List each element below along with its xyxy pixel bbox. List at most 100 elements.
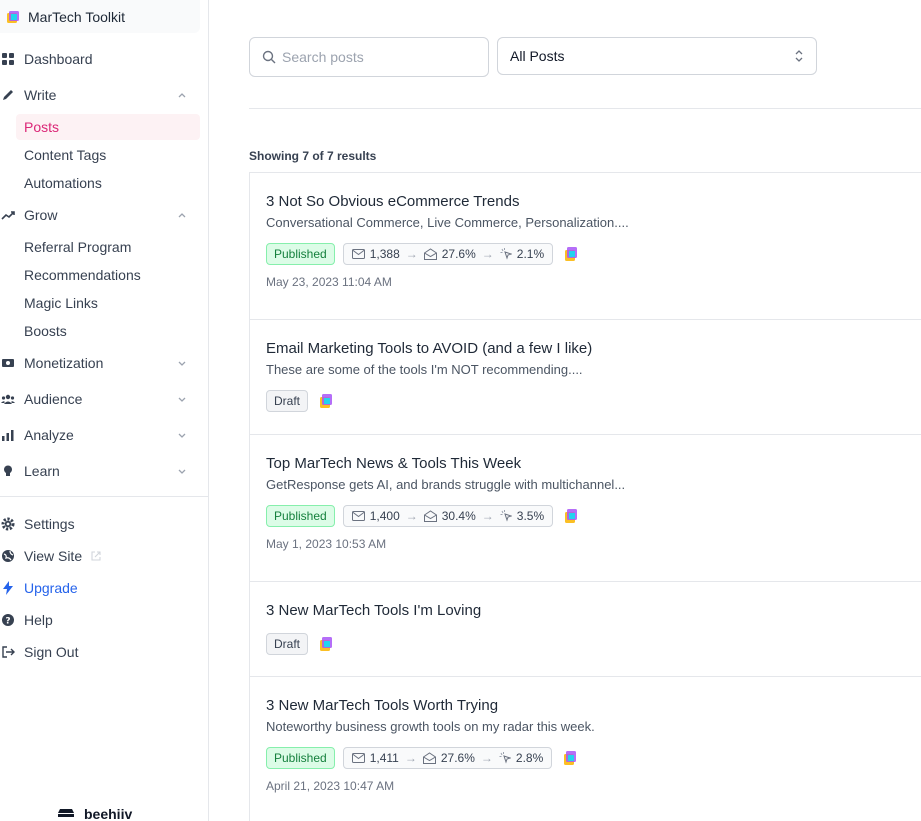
sidebar-item-dashboard[interactable]: Dashboard — [0, 46, 200, 72]
post-row[interactable]: 3 New MarTech Tools I'm Loving Draft — [250, 582, 921, 677]
chevron-down-icon — [178, 469, 186, 474]
arrow-right-icon: → — [480, 750, 493, 765]
sidebar-item-upgrade[interactable]: Upgrade — [0, 575, 200, 601]
sidebar-item-monetization[interactable]: Monetization — [0, 350, 200, 376]
post-stats[interactable]: 1,388 → 27.6% → 2.1% — [342, 242, 554, 265]
chevron-down-icon — [178, 361, 186, 366]
mail-open-icon — [422, 751, 436, 764]
sidebar-item-grow[interactable]: Grow — [0, 202, 200, 228]
post-row[interactable]: Email Marketing Tools to AVOID (and a fe… — [250, 320, 921, 435]
post-stats[interactable]: 1,400 → 30.4% → 3.5% — [342, 504, 554, 527]
status-badge: Published — [266, 242, 335, 265]
recipients-count: 1,388 — [369, 246, 400, 261]
mail-icon — [351, 510, 365, 521]
sidebar-item-label: Upgrade — [24, 580, 78, 596]
sidebar-item-label: Settings — [24, 516, 75, 532]
post-title[interactable]: 3 New MarTech Tools I'm Loving — [266, 602, 913, 622]
publication-switcher[interactable]: MarTech Toolkit — [0, 0, 200, 33]
gear-icon — [0, 516, 16, 532]
sidebar-item-label: Dashboard — [24, 51, 93, 67]
post-date: May 23, 2023 11:04 AM — [266, 275, 392, 289]
open-rate: 27.6% — [440, 750, 475, 765]
chevron-down-icon — [178, 433, 186, 438]
sidebar-item-boosts[interactable]: Boosts — [16, 318, 200, 344]
post-title[interactable]: 3 New MarTech Tools Worth Trying — [266, 697, 913, 717]
open-rate: 27.6% — [441, 246, 476, 261]
post-subtitle: GetResponse gets AI, and brands struggle… — [266, 477, 626, 492]
sidebar-item-view-site[interactable]: View Site — [0, 543, 200, 569]
post-title[interactable]: Top MarTech News & Tools This Week — [266, 455, 913, 475]
post-row[interactable]: Top MarTech News & Tools This Week GetRes… — [250, 435, 921, 582]
sidebar-item-sign-out[interactable]: Sign Out — [0, 639, 200, 665]
bar-chart-icon — [0, 427, 16, 443]
click-icon — [499, 751, 511, 764]
sidebar-item-label: Grow — [24, 207, 58, 223]
arrow-right-icon: → — [404, 750, 417, 765]
post-filter-value: All Posts — [510, 48, 565, 64]
sidebar-item-content-tags[interactable]: Content Tags — [16, 142, 200, 168]
sidebar-item-automations[interactable]: Automations — [16, 170, 200, 196]
search-input[interactable] — [282, 49, 472, 65]
beehiiv-logo: beehiiv — [56, 806, 132, 821]
sidebar-item-write[interactable]: Write — [0, 82, 200, 108]
lightning-icon — [0, 580, 16, 596]
results-count: Showing 7 of 7 results — [249, 149, 377, 163]
sidebar-item-magic-links[interactable]: Magic Links — [16, 290, 200, 316]
post-filter-select[interactable]: All Posts — [497, 37, 817, 75]
mail-open-icon — [423, 509, 437, 522]
click-icon — [500, 247, 512, 260]
sidebar-item-label: Learn — [24, 463, 60, 479]
click-icon — [500, 509, 512, 522]
grid-icon — [0, 51, 16, 67]
sidebar-item-label: Audience — [24, 391, 83, 407]
arrow-right-icon: → — [405, 508, 418, 523]
sidebar-item-settings[interactable]: Settings — [0, 511, 200, 537]
search-box[interactable] — [249, 37, 489, 77]
sidebar-divider — [0, 496, 209, 497]
sidebar-item-label: Analyze — [24, 427, 74, 443]
publication-logo-icon — [565, 508, 578, 523]
click-rate: 3.5% — [516, 508, 545, 523]
post-row[interactable]: 3 Not So Obvious eCommerce Trends Convers… — [250, 173, 921, 320]
post-title[interactable]: Email Marketing Tools to AVOID (and a fe… — [266, 340, 913, 360]
sidebar-item-label: Monetization — [24, 355, 104, 371]
post-meta: Draft — [266, 632, 913, 655]
search-icon — [262, 50, 276, 64]
sidebar-item-learn[interactable]: Learn — [0, 458, 200, 484]
status-badge: Draft — [266, 389, 309, 412]
chevron-up-icon — [178, 213, 186, 218]
post-title[interactable]: 3 Not So Obvious eCommerce Trends — [266, 193, 913, 213]
publication-logo-icon — [564, 750, 577, 765]
post-stats[interactable]: 1,411 → 27.6% → 2.8% — [342, 746, 553, 769]
sidebar-item-analyze[interactable]: Analyze — [0, 422, 200, 448]
sidebar-item-label: View Site — [24, 548, 83, 564]
arrow-right-icon: → — [481, 508, 494, 523]
post-meta: Published 1,400 → 30.4% → 3.5% — [266, 504, 913, 527]
trending-up-icon — [0, 207, 16, 223]
sidebar-item-recommendations[interactable]: Recommendations — [16, 262, 200, 288]
post-subtitle: These are some of the tools I'm NOT reco… — [266, 362, 583, 377]
open-rate: 30.4% — [441, 508, 476, 523]
sidebar-item-label: Write — [24, 87, 57, 103]
sidebar-item-audience[interactable]: Audience — [0, 386, 200, 412]
sidebar-item-posts[interactable]: Posts — [16, 114, 200, 140]
chevron-up-icon — [178, 93, 186, 98]
help-icon: ? — [0, 612, 16, 628]
post-list: 3 Not So Obvious eCommerce Trends Convers… — [249, 172, 921, 821]
beehiiv-icon — [58, 809, 74, 817]
sidebar-item-help[interactable]: ? Help — [0, 607, 200, 633]
status-badge: Published — [266, 504, 335, 527]
sidebar: MarTech Toolkit Dashboard Write Posts Co… — [0, 0, 209, 821]
post-row[interactable]: 3 New MarTech Tools Worth Trying Notewort… — [250, 677, 921, 821]
users-icon — [0, 391, 16, 407]
post-date: April 21, 2023 10:47 AM — [266, 779, 395, 793]
footer-brand-text: beehiiv — [84, 806, 133, 821]
mail-icon — [351, 248, 365, 259]
post-meta: Draft — [266, 389, 913, 412]
mail-icon — [351, 752, 365, 763]
click-rate: 2.8% — [515, 750, 544, 765]
post-subtitle: Conversational Commerce, Live Commerce, … — [266, 215, 629, 230]
sidebar-item-referral-program[interactable]: Referral Program — [16, 234, 200, 260]
click-rate: 2.1% — [516, 246, 545, 261]
lightbulb-icon — [0, 463, 16, 479]
